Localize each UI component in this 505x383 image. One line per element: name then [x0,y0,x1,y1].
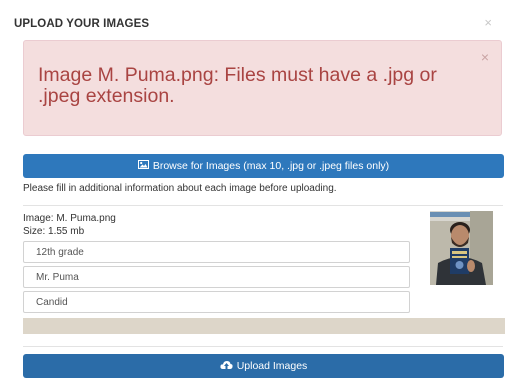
photo-thumbnail [430,211,493,285]
instructions-text: Please fill in additional information ab… [23,183,337,194]
close-icon[interactable]: × [484,15,492,30]
browse-button-label: Browse for Images (max 10, .jpg or .jpeg… [152,160,390,172]
cloud-upload-icon [220,360,233,373]
image-icon [137,160,149,172]
modal-title: UPLOAD YOUR IMAGES [14,18,150,30]
error-alert: Image M. Puma.png: Files must have a .jp… [23,40,502,136]
divider [23,346,503,347]
browse-images-button[interactable]: Browse for Images (max 10, .jpg or .jpeg… [23,154,504,178]
upload-button-label: Upload Images [236,360,308,372]
divider [23,205,503,206]
alert-message: Image M. Puma.png: Files must have a .jp… [38,64,437,107]
modal-header: UPLOAD YOUR IMAGES × [14,14,492,32]
upload-modal: UPLOAD YOUR IMAGES × Image M. Puma.png: … [0,0,505,383]
upload-progress-bar [23,318,505,334]
name-input[interactable] [23,266,410,288]
caption-input[interactable] [23,291,410,313]
image-size: Size: 1.55 mb [23,226,85,237]
grade-input[interactable] [23,241,410,263]
image-name: Image: M. Puma.png [23,213,116,224]
alert-close-icon[interactable]: × [481,49,489,65]
upload-images-button[interactable]: Upload Images [23,354,504,378]
